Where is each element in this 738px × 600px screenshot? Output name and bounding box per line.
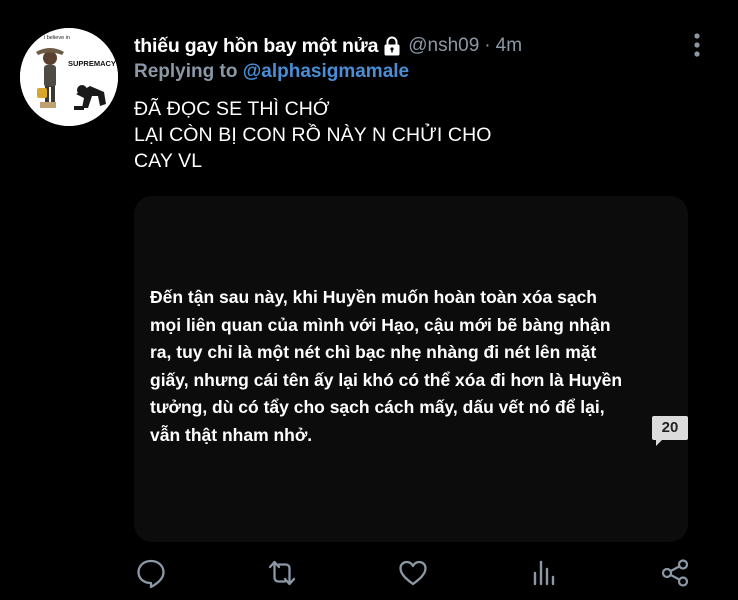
heart-icon[interactable] bbox=[397, 557, 429, 589]
user-handle[interactable]: @nsh09 bbox=[408, 35, 479, 57]
avatar-caption-big: SUPREMACY bbox=[68, 59, 116, 68]
replying-prefix: Replying to bbox=[134, 61, 243, 82]
avatar[interactable]: i believe in SUPREMACY bbox=[20, 28, 118, 126]
media-text-line: ra, tuy chỉ là một nét chì bạc nhẹ nhàng… bbox=[150, 342, 597, 362]
media-text-line: tưởng, dù có tẩy cho sạch cách mấy, dấu … bbox=[150, 397, 605, 417]
retweet-icon[interactable] bbox=[266, 557, 298, 589]
tweet-text-line: ĐÃ ĐỌC SE THÌ CHỚ bbox=[134, 98, 330, 120]
replying-to: Replying to @alphasigmamale bbox=[134, 61, 409, 83]
replying-to-user-link[interactable]: @alphasigmamale bbox=[243, 61, 409, 82]
page-number-badge: 20 bbox=[652, 416, 688, 448]
media-text: Đến tận sau này, khi Huyền muốn hoàn toà… bbox=[150, 284, 670, 449]
media-text-line: Đến tận sau này, khi Huyền muốn hoàn toà… bbox=[150, 287, 597, 307]
display-name[interactable]: thiếu gay hồn bay một nửa bbox=[134, 35, 378, 58]
media-text-line: vẫn thật nham nhở. bbox=[150, 424, 313, 445]
share-icon[interactable] bbox=[659, 557, 691, 589]
tweet-text: ĐÃ ĐỌC SE THÌ CHỚ LẠI CÒN BỊ CON RỒ NÀY … bbox=[134, 96, 492, 174]
tweet-text-line: LẠI CÒN BỊ CON RỒ NÀY N CHỬI CHO bbox=[134, 124, 492, 146]
page-number: 20 bbox=[661, 419, 679, 436]
more-vertical-icon[interactable] bbox=[690, 32, 704, 58]
avatar-image: i believe in SUPREMACY bbox=[20, 28, 118, 126]
tweet-text-line: CAY VL bbox=[134, 150, 203, 172]
avatar-caption-small: i believe in bbox=[44, 35, 70, 41]
separator-dot: · bbox=[484, 35, 491, 56]
media-text-line: mọi liên quan của mình với Hạo, cậu mới … bbox=[150, 314, 611, 335]
analytics-icon[interactable] bbox=[528, 557, 560, 589]
tweet-header: thiếu gay hồn bay một nửa @nsh09 · 4m bbox=[134, 32, 522, 60]
reply-icon[interactable] bbox=[135, 557, 167, 589]
media-text-line: giấy, nhưng cái tên ấy lại khó có thể xó… bbox=[150, 369, 623, 390]
lock-icon bbox=[383, 36, 401, 56]
timestamp[interactable]: 4m bbox=[496, 35, 522, 57]
media-card[interactable]: Đến tận sau này, khi Huyền muốn hoàn toà… bbox=[134, 196, 688, 542]
